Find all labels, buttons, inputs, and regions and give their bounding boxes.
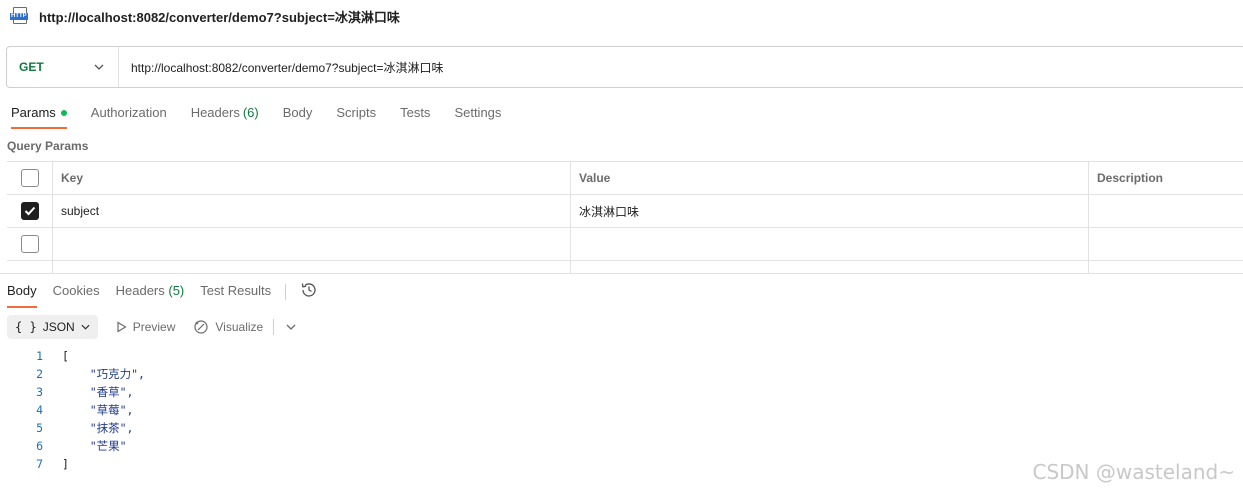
table-row: subject 冰淇淋口味 [7,195,1243,228]
query-params-table: Key Value Description subject 冰淇淋口味 [7,161,1243,273]
http-file-icon: HTTP [10,7,30,25]
param-enabled-checkbox[interactable] [20,202,39,220]
response-body-editor[interactable]: 1[ 2 "巧克力", 3 "香草", 4 "草莓", 5 "抹茶", 6 "芒… [0,347,145,473]
column-header-value: Value [571,162,1089,194]
response-toolbar: { } JSON Preview Visualize [7,315,296,339]
param-value-cell[interactable]: 冰淇淋口味 [571,195,1089,227]
tab-settings[interactable]: Settings [454,100,501,129]
title-bar: HTTP http://localhost:8082/converter/dem… [0,0,1243,32]
tab-response-cookies[interactable]: Cookies [53,278,100,308]
table-header-row: Key Value Description [7,162,1243,195]
check-icon [24,206,35,216]
tab-authorization[interactable]: Authorization [91,100,167,129]
tab-headers[interactable]: Headers (6) [191,100,259,129]
request-tabs: Params Authorization Headers (6) Body Scr… [11,100,525,129]
tab-body[interactable]: Body [283,100,313,129]
code-line: 5 "抹茶", [36,421,134,435]
braces-icon: { } [15,320,37,334]
tab-response-headers[interactable]: Headers (5) [116,278,185,308]
tab-scripts[interactable]: Scripts [336,100,376,129]
divider [273,319,275,335]
table-row [7,228,1243,261]
code-line: 3 "香草", [36,385,134,399]
param-description-cell[interactable] [1089,195,1243,227]
select-all-checkbox[interactable] [20,169,39,187]
visualize-button[interactable]: Visualize [193,319,263,335]
table-row-partial [7,261,1243,273]
code-line: 7] [36,457,69,471]
query-params-label: Query Params [7,139,89,153]
tab-params[interactable]: Params [11,100,67,129]
chevron-down-icon[interactable] [286,322,296,333]
play-icon [117,321,127,333]
method-select[interactable]: GET [7,47,119,87]
format-select[interactable]: { } JSON [7,315,98,339]
code-line: 4 "草莓", [36,403,134,417]
code-line: 6 "芒果" [36,439,127,453]
param-value-cell[interactable] [571,228,1089,260]
chevron-down-icon [81,322,90,333]
param-description-cell[interactable] [1089,228,1243,260]
param-enabled-checkbox[interactable] [20,235,39,253]
page-title: http://localhost:8082/converter/demo7?su… [39,9,400,25]
param-key-cell[interactable]: subject [53,195,571,227]
tab-test-results[interactable]: Test Results [200,278,271,308]
tab-tests[interactable]: Tests [400,100,430,129]
chevron-down-icon [94,62,104,73]
response-divider[interactable] [0,273,1243,274]
column-header-key: Key [53,162,571,194]
history-icon[interactable] [300,281,320,301]
response-tabs: Body Cookies Headers (5) Test Results [7,278,320,308]
watermark: CSDN @wasteland~ [1032,460,1236,484]
preview-button[interactable]: Preview [116,320,175,334]
code-line: 2 "巧克力", [36,367,145,381]
method-label: GET [19,60,44,74]
request-bar: GET http://localhost:8082/converter/demo… [6,46,1243,88]
status-dot-icon [60,110,67,116]
visualize-icon [194,320,208,334]
param-key-cell[interactable] [53,228,571,260]
code-line: 1[ [36,349,69,363]
column-header-description: Description [1097,171,1164,185]
tab-response-body[interactable]: Body [7,278,37,308]
divider [285,284,287,300]
url-input[interactable]: http://localhost:8082/converter/demo7?su… [119,47,1243,87]
